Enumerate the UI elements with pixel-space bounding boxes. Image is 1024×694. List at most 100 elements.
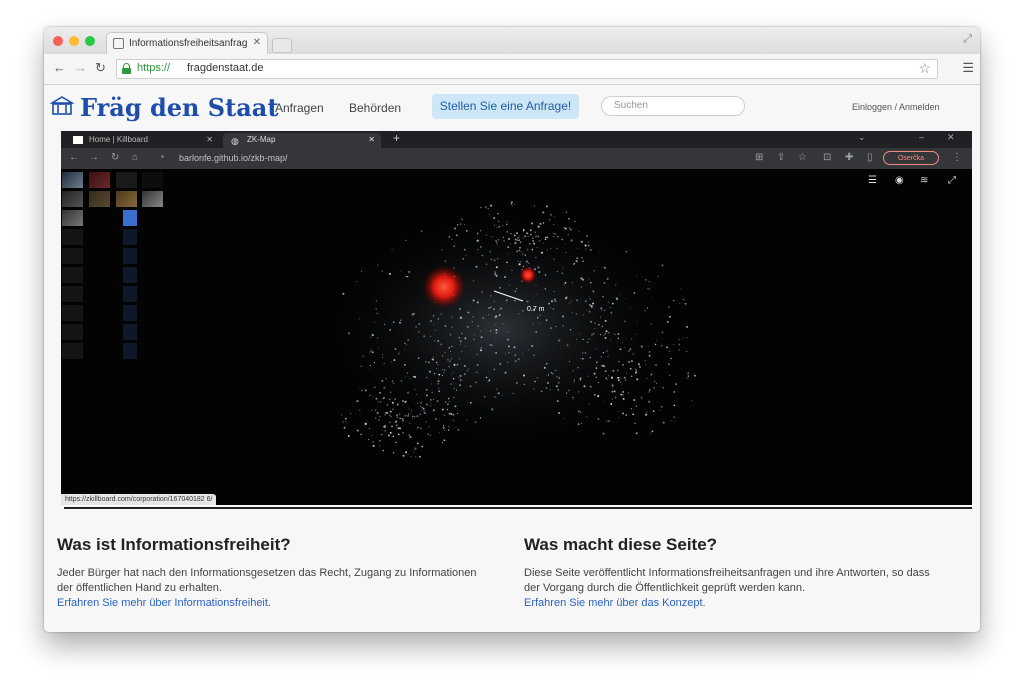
star-point [622,412,624,415]
inner-tab-killboard[interactable]: Home | Killboard ✕ [65,133,219,148]
thumbnail[interactable] [123,324,137,340]
thumbnail[interactable] [89,172,110,188]
thumbnail[interactable] [62,324,83,340]
reload-icon[interactable]: ↻ [111,152,119,163]
thumbnail[interactable] [123,286,137,302]
create-request-button[interactable]: Stellen Sie eine Anfrage! [432,94,579,119]
close-tab-icon[interactable]: ✕ [253,37,261,48]
wifi-icon[interactable]: ≋ [920,175,928,186]
address-bar[interactable]: https:// fragdenstaat.de ☆ [116,59,938,79]
star-point [597,394,600,398]
translate-icon[interactable]: ⊞ [755,152,763,163]
minimize-icon[interactable]: – [919,132,924,142]
share-icon[interactable]: ⇪ [777,152,785,163]
inner-tab-zkmap[interactable]: ◍ ZK-Map ✕ [223,133,381,148]
star-point [680,288,682,290]
puzzle-icon[interactable]: ✚ [845,152,853,163]
thumbnail[interactable] [116,172,137,188]
more-menu-icon[interactable]: ⋮ [952,152,962,163]
star-point [544,238,547,241]
thumbnail[interactable] [62,343,83,359]
star-point [561,238,563,241]
star-point [584,244,587,247]
info-left: Was ist Informationsfreiheit? Jeder Bürg… [57,535,477,611]
thumbnail[interactable] [62,210,83,226]
close-window-button[interactable] [53,36,63,46]
reload-icon[interactable]: ↻ [95,60,106,76]
thumbnail[interactable] [116,191,137,207]
thumbnail[interactable] [142,172,163,188]
fullscreen-icon[interactable]: ⤢ [963,33,972,46]
star-point [536,246,538,248]
thumbnail[interactable] [123,267,137,283]
forward-arrow-icon[interactable]: → [89,152,99,163]
thumbnail[interactable] [62,286,83,302]
close-tab-icon[interactable]: ✕ [368,135,375,144]
star-point [369,394,371,397]
thumbnail[interactable] [62,267,83,283]
thumbnail[interactable] [62,229,83,245]
thumbnail[interactable] [123,305,137,321]
star-map[interactable]: 0.7 m [61,169,972,505]
star-point [453,363,456,366]
thumbnail[interactable] [142,191,163,207]
zoom-window-button[interactable] [85,36,95,46]
star-point [514,238,517,241]
new-tab-button[interactable] [272,38,292,53]
browser-tab-active[interactable]: Informationsfreiheitsanfrage ✕ [106,32,268,54]
home-icon[interactable]: ⌂ [132,152,138,163]
menu-icon[interactable]: ☰ [962,60,974,76]
star-point [656,340,657,342]
star-point [572,370,574,372]
bookmark-star-icon[interactable]: ☆ [798,152,807,163]
star-point [606,420,608,422]
star-point [392,435,395,437]
star-point [408,407,410,409]
back-arrow-icon[interactable]: ← [53,60,66,75]
nav-link-anfragen[interactable]: Anfragen [275,101,324,115]
nav-link-behoerden[interactable]: Behörden [349,101,401,115]
thumbnail-selected[interactable] [123,210,137,226]
profile-button[interactable]: Oserčka [883,151,939,165]
star-point [397,427,400,430]
list-icon[interactable]: ☰ [868,175,877,186]
back-arrow-icon[interactable]: ← [69,152,79,163]
sidepanel-icon[interactable]: ▯ [867,152,873,163]
login-link[interactable]: Einloggen / Anmelden [852,102,940,112]
star-point [485,376,488,379]
fullscreen-icon[interactable]: ⤢ [948,175,956,186]
star-point [448,413,451,415]
star-point [555,326,557,327]
forward-arrow-icon[interactable]: → [74,60,87,75]
map-viewport[interactable]: 0.7 m ☰ ◉ ≋ ⤢ https://zkillboard.com/cor… [61,169,972,505]
chevron-down-icon[interactable]: ⌄ [858,132,866,143]
thumbnail[interactable] [62,191,83,207]
thumbnail[interactable] [62,248,83,264]
thumbnail[interactable] [123,229,137,245]
star-point [636,370,638,372]
bookmark-star-icon[interactable]: ☆ [918,60,931,77]
thumbnail[interactable] [123,248,137,264]
thumbnail[interactable] [123,343,137,359]
star-point [625,414,628,416]
thumbnail[interactable] [62,172,83,188]
star-point [544,274,547,276]
minimize-window-button[interactable] [69,36,79,46]
star-point [603,400,605,402]
learn-more-link[interactable]: Erfahren Sie mehr über Informationsfreih… [57,596,477,611]
globe-icon[interactable]: ◉ [895,175,904,186]
close-icon[interactable]: ✕ [947,132,955,143]
new-tab-icon[interactable]: + [393,131,400,145]
activity-hotspot[interactable] [422,265,466,309]
thumbnail[interactable] [89,191,110,207]
learn-more-link[interactable]: Erfahren Sie mehr über das Konzept. [524,596,944,611]
close-tab-icon[interactable]: ✕ [206,135,213,144]
extension-icon[interactable]: ⊡ [823,152,831,163]
inner-url[interactable]: barlonfe.github.io/zkb-map/ [179,153,288,163]
activity-hotspot[interactable] [519,266,537,284]
search-input[interactable]: Suchen [601,96,745,116]
star-point [604,370,607,373]
star-point [436,367,437,369]
star-point [371,336,373,338]
thumbnail[interactable] [62,305,83,321]
